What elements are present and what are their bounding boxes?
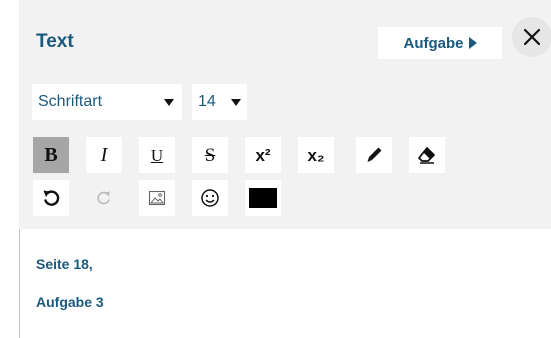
font-size-select[interactable]: 14 xyxy=(192,84,247,120)
chevron-down-icon xyxy=(164,98,174,106)
task-button[interactable]: Aufgabe xyxy=(378,27,502,59)
redo-button[interactable] xyxy=(86,180,122,216)
emoji-button[interactable] xyxy=(192,180,228,216)
redo-icon xyxy=(97,191,110,205)
panel-title: Text xyxy=(36,31,74,52)
insert-image-button[interactable] xyxy=(139,180,175,216)
close-button[interactable] xyxy=(512,17,551,57)
bold-button[interactable]: B xyxy=(33,137,69,173)
underline-icon: U xyxy=(150,145,164,165)
italic-icon: I xyxy=(100,144,108,166)
content-line: Seite 18, xyxy=(36,256,93,272)
undo-button[interactable] xyxy=(33,180,69,216)
text-editor-panel: Text Aufgabe Schriftart 14 B I U S x² x₂ xyxy=(0,0,551,338)
superscript-icon: x² xyxy=(255,145,271,165)
color-swatch-icon xyxy=(249,188,277,208)
strikethrough-button[interactable]: S xyxy=(192,137,228,173)
play-arrow-icon xyxy=(468,37,477,49)
close-icon xyxy=(523,28,541,46)
pen-icon xyxy=(367,147,382,162)
content-left-border xyxy=(19,229,20,338)
chevron-down-icon xyxy=(231,98,241,106)
text-color-button[interactable] xyxy=(245,180,281,216)
bold-icon: B xyxy=(44,144,58,166)
subscript-icon: x₂ xyxy=(307,145,325,165)
underline-button[interactable]: U xyxy=(139,137,175,173)
superscript-button[interactable]: x² xyxy=(245,137,281,173)
image-icon xyxy=(148,190,166,206)
eraser-button[interactable] xyxy=(409,137,445,173)
content-line: Aufgabe 3 xyxy=(36,294,104,310)
font-family-select[interactable]: Schriftart xyxy=(32,84,182,120)
subscript-button[interactable]: x₂ xyxy=(298,137,334,173)
undo-icon xyxy=(43,190,60,206)
italic-button[interactable]: I xyxy=(86,137,122,173)
strikethrough-icon: S xyxy=(204,144,216,166)
task-button-label: Aufgabe xyxy=(403,34,464,52)
editor-content[interactable]: Seite 18, Aufgabe 3 xyxy=(36,256,104,332)
smiley-icon xyxy=(201,189,219,207)
font-size-value: 14 xyxy=(198,93,216,110)
font-family-value: Schriftart xyxy=(38,93,103,110)
eraser-icon xyxy=(418,147,435,164)
highlighter-button[interactable] xyxy=(356,137,392,173)
